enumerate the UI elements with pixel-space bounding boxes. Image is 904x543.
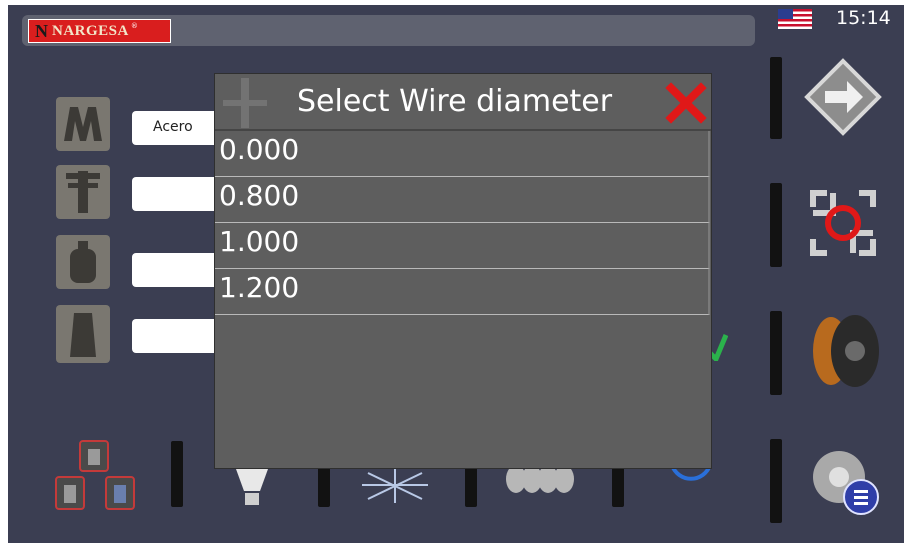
wire-spool-icon[interactable] xyxy=(803,311,883,391)
separator-bar xyxy=(171,441,183,507)
mode-selector-icon[interactable] xyxy=(52,437,142,513)
logo-registered-mark: ® xyxy=(130,22,138,30)
separator-bar xyxy=(465,463,477,507)
material-icon[interactable] xyxy=(56,97,110,151)
separator-bar xyxy=(770,57,782,139)
us-flag-icon[interactable] xyxy=(778,9,812,29)
wire-coil-icon[interactable] xyxy=(504,469,582,499)
dialog-title: Select Wire diameter xyxy=(297,84,613,119)
separator-bar xyxy=(770,439,782,523)
nargesa-logo: N NARGESA ® xyxy=(28,19,171,43)
separator-bar xyxy=(318,463,330,507)
thickness-icon[interactable] xyxy=(56,305,110,363)
sync-frame-icon[interactable] xyxy=(803,183,883,263)
settings-gear-icon[interactable] xyxy=(803,441,883,521)
wire-diameter-dialog: Select Wire diameter 0.000 0.800 1.000 1… xyxy=(214,73,712,469)
diameter-option[interactable]: 1.000 xyxy=(215,223,710,269)
wire-feed-icon xyxy=(223,78,267,128)
caliper-icon[interactable] xyxy=(56,165,110,219)
separator-bar xyxy=(770,311,782,395)
gas-bottle-icon[interactable] xyxy=(56,235,110,289)
logo-mark: N xyxy=(35,20,48,41)
clock: 15:14 xyxy=(836,7,891,29)
machine-screen: N NARGESA ® 15:14 Acero Select Wire diam… xyxy=(8,5,904,543)
separator-bar xyxy=(612,463,624,507)
close-icon[interactable] xyxy=(665,82,707,124)
diameter-option[interactable]: 1.200 xyxy=(215,269,710,315)
bulb-icon[interactable] xyxy=(230,469,274,511)
logo-text: NARGESA xyxy=(52,22,129,39)
separator-bar xyxy=(770,183,782,267)
dialog-header: Select Wire diameter xyxy=(215,74,711,131)
diameter-option-list: 0.000 0.800 1.000 1.200 xyxy=(215,131,710,315)
spark-icon[interactable] xyxy=(360,469,430,505)
diameter-option[interactable]: 0.000 xyxy=(215,131,710,177)
next-arrow-icon[interactable] xyxy=(803,57,883,137)
diameter-option[interactable]: 0.800 xyxy=(215,177,710,223)
